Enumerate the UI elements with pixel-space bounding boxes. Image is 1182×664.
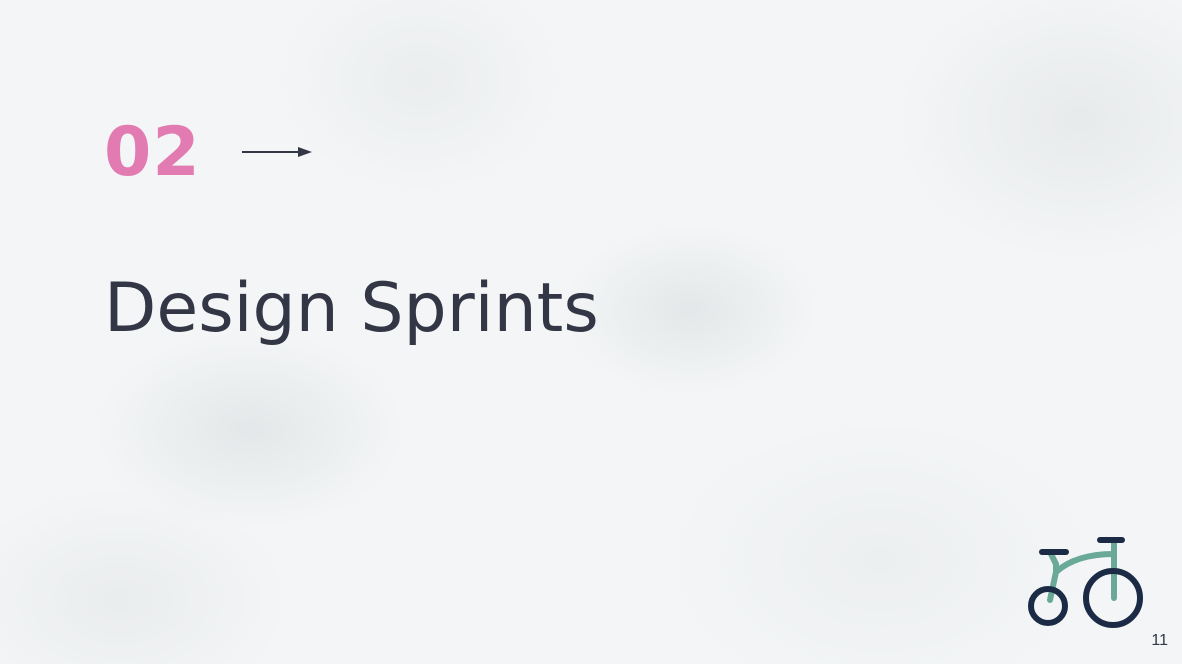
slide: 02 Design Sprints 11 [0, 0, 1182, 664]
tricycle-icon [1028, 537, 1143, 628]
section-number: 02 [104, 113, 201, 192]
slide-title: Design Sprints [104, 269, 599, 348]
right-arrow-icon [242, 147, 312, 157]
page-number: 11 [1151, 632, 1168, 649]
